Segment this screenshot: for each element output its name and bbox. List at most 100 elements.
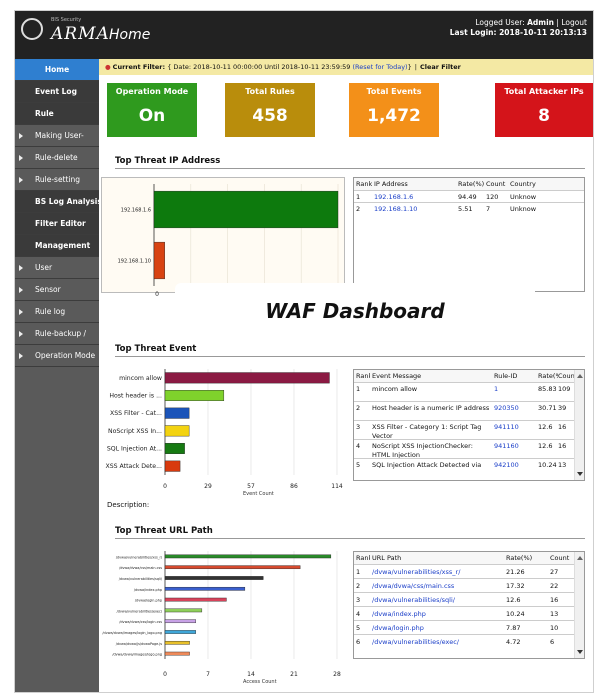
table-row[interactable]: 4/dvwa/index.php 10.24 13 [354, 606, 584, 620]
table-row[interactable]: 6/dvwa/vulnerabilities/exec/4.72 6 [354, 634, 584, 648]
table-cell[interactable]: 920350 [492, 402, 536, 413]
sidebar-item-operation-mode[interactable]: Operation Mode [15, 345, 99, 367]
table-row[interactable]: 1 mincom allow 1 85.83 109 [354, 382, 584, 401]
sidebar-item-making-user[interactable]: Making User- [15, 125, 99, 147]
column-header[interactable]: Country [508, 178, 548, 190]
table-cell: 21.26 [506, 568, 525, 576]
sidebar-item-filter-editor[interactable]: Filter Editor [15, 213, 99, 235]
sidebar-item-management[interactable]: Management [15, 235, 99, 257]
chart-bar[interactable] [164, 576, 264, 580]
sidebar-item-bs-log-analysis[interactable]: BS Log Analysis [15, 191, 99, 213]
table-cell[interactable]: 942100 [492, 459, 536, 470]
category-label: 192.168.1.6 [121, 208, 151, 214]
chart-bar[interactable] [153, 190, 339, 229]
table-row[interactable]: 2 Host header is a numeric IP address 9203… [354, 401, 584, 420]
sidebar-item-sensor[interactable]: Sensor [15, 279, 99, 301]
chart-bar[interactable] [164, 630, 196, 634]
logout-link[interactable]: Logout [561, 18, 587, 27]
table-row[interactable]: 1 192.168.1.6 94.49 120 Unknow [354, 190, 584, 202]
category-label: /dvwa/dvwa/js/dvwaPage.js [116, 642, 163, 646]
table-row[interactable]: 3 XSS Filter - Category 1: Script Tag Vec… [354, 420, 584, 440]
column-header[interactable]: Rank [354, 370, 370, 382]
sidebar-item-rule-backup[interactable]: Rule-backup / [15, 323, 99, 345]
table-row[interactable]: 1/dvwa/vulnerabilities/xss_r/21.26 27 [354, 564, 584, 578]
table-row[interactable]: 3/dvwa/vulnerabilities/sqli/12.6 16 [354, 592, 584, 606]
chart-bar[interactable] [164, 425, 190, 437]
section-title: Top Threat URL Path [115, 526, 213, 536]
table-row[interactable]: 2 192.168.1.10 5.51 7 Unknow [354, 202, 584, 214]
table-scrollbar[interactable] [574, 370, 584, 480]
chart-bar[interactable] [164, 554, 332, 559]
table-cell: 10 [550, 624, 559, 632]
chart-bar[interactable] [164, 586, 246, 591]
total-rules-card[interactable]: Total Rules 458 [225, 83, 315, 137]
table-cell: 2 [356, 205, 361, 213]
table-cell[interactable]: /dvwa/vulnerabilities/xss_r/ [370, 565, 504, 579]
sidebar-item-event-log[interactable]: Event Log [15, 81, 99, 103]
column-header[interactable]: Event Message [370, 370, 490, 382]
total-attacker-ips-card[interactable]: Total Attacker IPs 8 [495, 83, 593, 137]
sidebar-item-rule-setting[interactable]: Rule-setting [15, 169, 99, 191]
table-row[interactable]: 2/dvwa/dvwa/css/main.css 17.32 22 [354, 578, 584, 592]
filter-label: Current Filter: [112, 63, 166, 71]
reset-today-link[interactable]: (Reset for Today) [353, 63, 408, 71]
card-value: 1,472 [367, 106, 421, 126]
table-cell[interactable]: /dvwa/login.php [370, 621, 504, 635]
sidebar-item-rule-log[interactable]: Rule log [15, 301, 99, 323]
column-header[interactable]: Rank [354, 178, 372, 190]
x-tick-label: 7 [206, 671, 210, 678]
chart-bar[interactable] [164, 651, 190, 656]
chart-bar[interactable] [164, 460, 181, 472]
chart-bar[interactable] [153, 241, 165, 280]
column-header[interactable]: IP Address [372, 178, 452, 190]
table-cell[interactable]: /dvwa/index.php [370, 607, 504, 621]
column-header[interactable]: Rate(%) [504, 552, 546, 564]
section-header-ip: Top Threat IP Address [115, 156, 585, 169]
table-cell[interactable]: 192.168.1.10 [372, 203, 452, 215]
table-scrollbar[interactable] [574, 552, 584, 658]
table-cell[interactable]: /dvwa/dvwa/css/main.css [370, 579, 504, 593]
total-events-card[interactable]: Total Events 1,472 [349, 83, 439, 137]
table-cell[interactable]: /dvwa/vulnerabilities/sqli/ [370, 593, 504, 607]
last-login-value: 2018-10-11 20:13:13 [499, 28, 587, 37]
sidebar-item-rule-delete[interactable]: Rule-delete [15, 147, 99, 169]
column-header[interactable]: Count [548, 552, 576, 564]
chart-bar[interactable] [164, 608, 203, 613]
chart-bar[interactable] [164, 407, 190, 419]
table-cell: 3 [356, 596, 361, 604]
chart-bar[interactable] [164, 372, 330, 384]
logo[interactable]: ARMA [51, 24, 110, 44]
scroll-up-arrow-icon[interactable] [577, 374, 583, 378]
column-header[interactable]: Rate(%) [456, 178, 484, 190]
sidebar-item-user[interactable]: User [15, 257, 99, 279]
table-cell[interactable]: 941110 [492, 421, 536, 432]
chart-bar[interactable] [164, 565, 301, 570]
column-header[interactable]: URL Path [370, 552, 504, 564]
operation-mode-card[interactable]: Operation Mode On [107, 83, 197, 137]
chart-bar[interactable] [164, 619, 196, 624]
table-row[interactable]: 4 NoScript XSS InjectionChecker: HTML Inj… [354, 439, 584, 459]
chart-bar[interactable] [164, 597, 227, 602]
column-header[interactable]: Rate(%) [536, 370, 558, 382]
chart-bar[interactable] [164, 442, 185, 454]
clear-filter-link[interactable]: Clear Filter [420, 63, 461, 71]
scroll-down-arrow-icon[interactable] [577, 650, 583, 654]
chart-bar[interactable] [164, 390, 225, 402]
sidebar-item-rule[interactable]: Rule [15, 103, 99, 125]
scroll-down-arrow-icon[interactable] [577, 472, 583, 476]
category-label: NoScript XSS In... [108, 428, 162, 435]
table-cell: 109 [558, 385, 571, 393]
table-row[interactable]: 5/dvwa/login.php 7.87 10 [354, 620, 584, 634]
column-header[interactable]: Count [484, 178, 508, 190]
column-header[interactable]: Rank [354, 552, 370, 564]
chart-bar[interactable] [164, 640, 190, 645]
sidebar-item-home[interactable]: Home [15, 59, 99, 81]
table-cell[interactable]: 941160 [492, 440, 536, 451]
event-bar-chart: mincom allow Host header is ... XSS Filter… [101, 365, 349, 481]
table-cell[interactable]: 1 [492, 383, 536, 394]
scroll-up-arrow-icon[interactable] [577, 556, 583, 560]
column-header[interactable]: Rule-ID [492, 370, 536, 382]
table-cell[interactable]: /dvwa/vulnerabilities/exec/ [370, 635, 504, 649]
column-header[interactable]: Count [556, 370, 574, 382]
table-row[interactable]: 5 SQL Injection Attack Detected via 942100… [354, 458, 584, 477]
